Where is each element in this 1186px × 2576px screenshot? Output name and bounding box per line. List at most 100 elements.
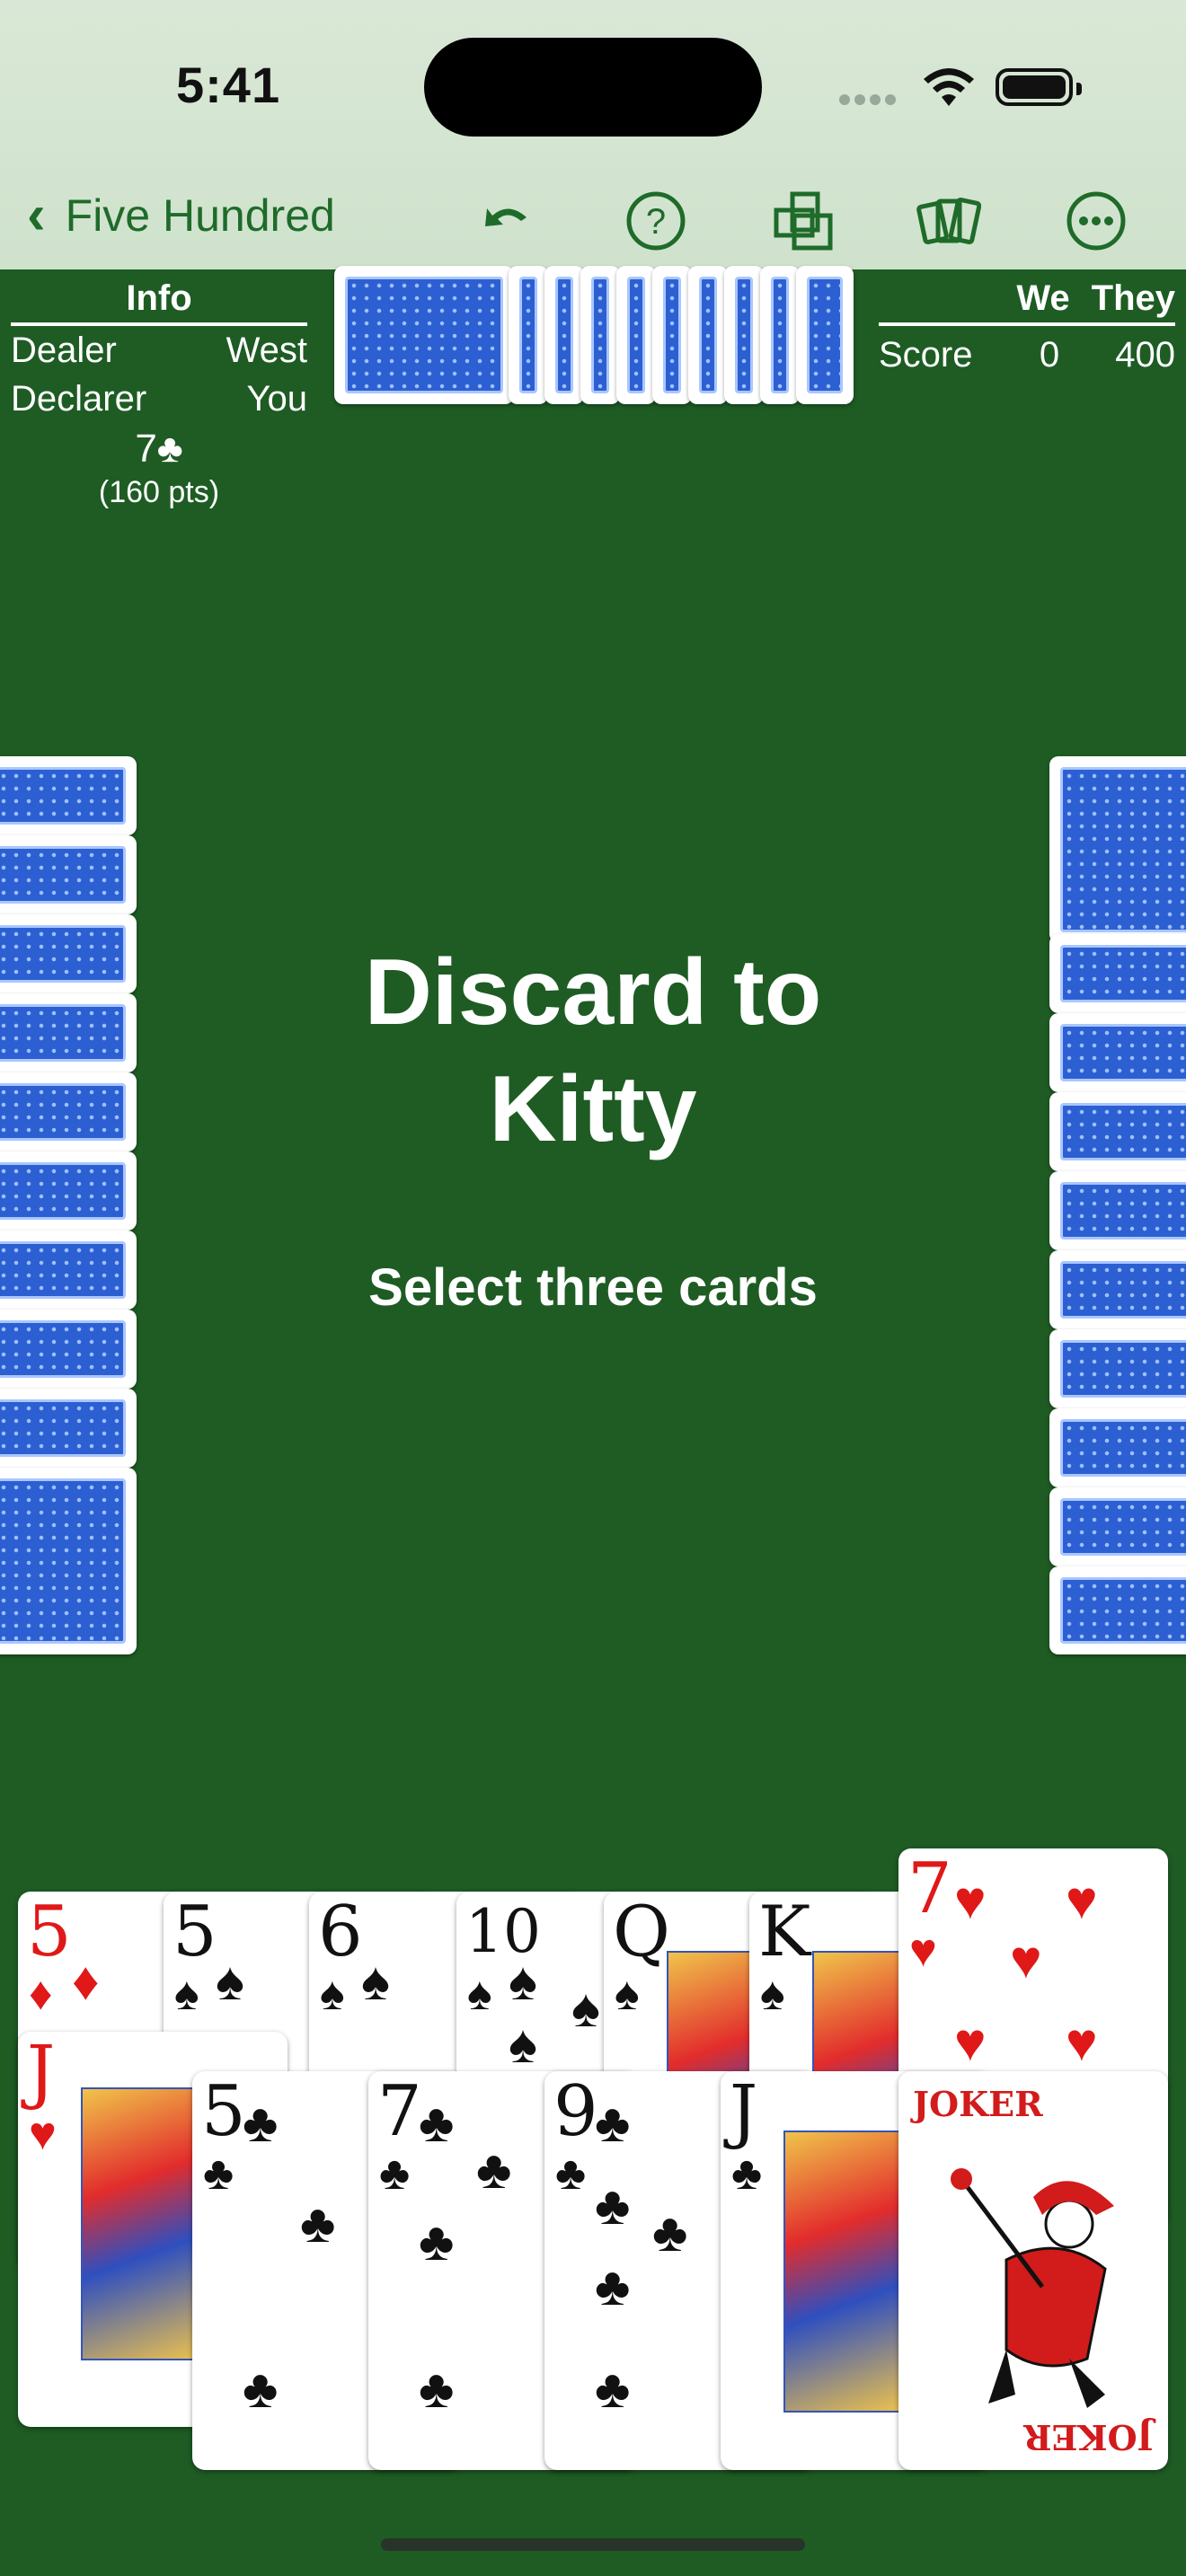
card-back xyxy=(1049,1408,1186,1487)
club-icon: ♣ xyxy=(419,2211,455,2272)
score-we: 0 xyxy=(1039,335,1060,375)
card-back xyxy=(544,266,584,404)
prompt-subtitle: Select three cards xyxy=(368,1258,818,1317)
card-back xyxy=(1049,1092,1186,1171)
card-back xyxy=(0,914,137,993)
card-back xyxy=(1049,1566,1186,1654)
card-back xyxy=(1049,1013,1186,1092)
diamond-icon: ♦ xyxy=(29,1968,53,2020)
card-back xyxy=(0,1389,137,1468)
score-label: Score xyxy=(879,335,973,375)
club-icon: ♣ xyxy=(595,2359,631,2419)
score-col-we: We xyxy=(1016,278,1070,318)
card-joker[interactable]: JOKER JOKER xyxy=(898,2071,1168,2470)
card-back xyxy=(1049,1329,1186,1408)
club-icon: ♣ xyxy=(731,2148,763,2200)
cellular-dots-icon xyxy=(839,93,902,105)
jack-face-image xyxy=(81,2087,210,2360)
status-time: 5:41 xyxy=(176,57,281,113)
club-icon: ♣ xyxy=(300,2193,336,2254)
spade-icon: ♠ xyxy=(509,1951,537,2011)
dealer-row: Dealer West xyxy=(11,326,307,375)
club-icon: ♣ xyxy=(379,2148,411,2200)
card-back xyxy=(724,266,764,404)
club-icon: ♣ xyxy=(555,2148,587,2200)
club-icon: ♣ xyxy=(595,2175,631,2236)
heart-icon: ♥ xyxy=(29,2108,57,2160)
status-bar: 5:41 xyxy=(0,0,1186,171)
back-button[interactable]: ‹ Five Hundred xyxy=(27,183,335,247)
card-rank: 7 xyxy=(377,2071,422,2152)
card-back xyxy=(688,266,728,404)
dynamic-island xyxy=(424,38,762,137)
chevron-left-icon: ‹ xyxy=(27,184,46,246)
prompt-title: Discard to Kitty xyxy=(270,934,916,1168)
card-back xyxy=(1049,1487,1186,1566)
top-bar: 5:41 ‹ Five Hundred ? xyxy=(0,0,1186,269)
battery-icon xyxy=(996,68,1082,106)
prompt-title-line2: Kitty xyxy=(489,1057,697,1161)
card-back xyxy=(509,266,548,404)
declarer-value: You xyxy=(246,379,308,419)
info-header: Info xyxy=(11,278,307,326)
card-rank: Q xyxy=(613,1892,670,1972)
navigation-bar: ‹ Five Hundred ? xyxy=(0,171,1186,269)
joker-label-rotated: JOKER xyxy=(1023,2417,1154,2457)
score-col-they: They xyxy=(1091,278,1175,318)
declarer-label: Declarer xyxy=(11,379,147,419)
club-icon: ♣ xyxy=(476,2139,512,2200)
heart-icon: ♥ xyxy=(954,2012,987,2072)
card-rank: 5 xyxy=(173,1892,217,1972)
contract-bid: 7♣ xyxy=(135,427,183,471)
card-back xyxy=(0,1468,137,1654)
help-icon[interactable]: ? xyxy=(624,189,688,253)
score-panel: We They Score 0 400 xyxy=(879,278,1175,384)
club-icon: ♣ xyxy=(243,2359,279,2419)
card-rank: 5 xyxy=(27,1892,72,1972)
cards-icon[interactable] xyxy=(916,189,982,253)
card-back xyxy=(1049,934,1186,1013)
score-header: We They xyxy=(879,278,1175,326)
more-icon[interactable] xyxy=(1064,189,1128,253)
card-back xyxy=(0,756,137,835)
spade-icon: ♠ xyxy=(571,1978,600,2038)
dealer-label: Dealer xyxy=(11,331,117,370)
card-rank: J xyxy=(27,2032,56,2113)
card-back xyxy=(0,835,137,914)
card-back xyxy=(0,1310,137,1389)
card-back xyxy=(616,266,656,404)
score-they: 400 xyxy=(1115,335,1175,375)
card-rank: 9 xyxy=(553,2071,598,2152)
spade-icon: ♠ xyxy=(361,1951,390,2011)
contract-points: (160 pts) xyxy=(98,475,220,509)
card-back xyxy=(1049,1250,1186,1329)
diamond-icon: ♦ xyxy=(72,1951,100,2011)
prompt-message: Discard to Kitty Select three cards xyxy=(270,934,916,1318)
card-rank: K xyxy=(758,1892,811,1972)
home-indicator xyxy=(381,2538,805,2551)
joker-label: JOKER xyxy=(913,2084,1043,2124)
info-panel: Info Dealer West Declarer You 7♣ (160 pt… xyxy=(11,278,307,510)
card-back xyxy=(334,266,514,404)
club-icon: ♣ xyxy=(243,2093,279,2153)
club-icon: ♣ xyxy=(419,2093,455,2153)
undo-icon[interactable] xyxy=(476,189,541,253)
card-back xyxy=(1049,1171,1186,1250)
club-icon: ♣ xyxy=(203,2148,235,2200)
card-back xyxy=(0,1151,137,1231)
card-back xyxy=(1049,756,1186,943)
svg-text:?: ? xyxy=(646,202,666,242)
spade-icon: ♠ xyxy=(760,1968,785,2020)
joker-image xyxy=(951,2168,1114,2408)
spade-icon: ♠ xyxy=(615,1968,640,2020)
card-rank: 7 xyxy=(907,1848,952,1929)
card-rank: 5 xyxy=(201,2071,246,2152)
card-back xyxy=(0,993,137,1072)
club-icon: ♣ xyxy=(595,2256,631,2316)
card-back xyxy=(0,1072,137,1151)
spade-icon: ♠ xyxy=(216,1951,244,2011)
copy-icon[interactable] xyxy=(771,189,836,253)
heart-icon: ♥ xyxy=(1066,1870,1098,1930)
heart-icon: ♥ xyxy=(1010,1929,1042,1989)
back-label: Five Hundred xyxy=(65,190,335,241)
